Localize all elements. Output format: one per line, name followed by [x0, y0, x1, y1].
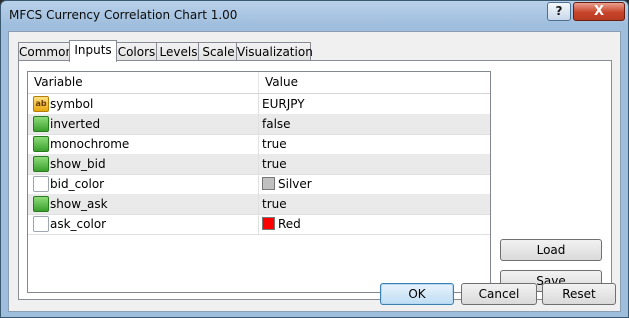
reset-button[interactable]: Reset	[542, 283, 616, 305]
cell-separator	[258, 134, 259, 154]
variable-name: inverted	[50, 117, 101, 131]
cell-separator	[258, 174, 259, 194]
value-cell[interactable]: Red	[278, 214, 301, 234]
tab-visualization[interactable]: Visualization	[236, 42, 313, 61]
value-cell[interactable]: Silver	[278, 174, 312, 194]
value-cell[interactable]: true	[262, 154, 287, 174]
variable-name: show_bid	[50, 157, 106, 171]
table-row[interactable]: bid_color Silver	[28, 174, 490, 195]
value-cell[interactable]: true	[262, 134, 287, 154]
tab-colors[interactable]: Colors	[114, 42, 159, 61]
dialog-client-area: Common Inputs Colors Levels Scale Visual…	[8, 31, 621, 312]
cell-separator	[258, 94, 259, 114]
column-header-variable[interactable]: Variable	[28, 72, 83, 93]
inputs-grid: Variable Value ab symbol EURJPY inverted…	[27, 71, 491, 293]
variable-name: ask_color	[50, 217, 107, 231]
load-button[interactable]: Load	[500, 239, 602, 261]
table-row[interactable]: ab symbol EURJPY	[28, 94, 490, 115]
color-icon	[33, 216, 49, 232]
tab-common[interactable]: Common	[18, 42, 73, 61]
cell-separator	[258, 194, 259, 214]
cell-separator	[258, 114, 259, 134]
variable-name: monochrome	[50, 137, 130, 151]
ok-button[interactable]: OK	[380, 283, 454, 305]
variable-name: symbol	[50, 97, 94, 111]
bool-icon	[33, 156, 49, 172]
tab-levels[interactable]: Levels	[156, 42, 201, 61]
title-bar[interactable]: MFCS Currency Correlation Chart 1.00 ? X	[1, 1, 628, 27]
close-button[interactable]: X	[573, 2, 625, 21]
bool-icon	[33, 196, 49, 212]
color-swatch	[262, 217, 275, 230]
variable-name: show_ask	[50, 197, 108, 211]
string-icon: ab	[33, 96, 49, 112]
cancel-button[interactable]: Cancel	[461, 283, 537, 305]
table-row[interactable]: ask_color Red	[28, 214, 490, 235]
window-title: MFCS Currency Correlation Chart 1.00	[9, 8, 238, 22]
cell-separator	[258, 214, 259, 234]
tab-inputs[interactable]: Inputs	[69, 40, 117, 62]
table-row[interactable]: show_ask true	[28, 194, 490, 215]
color-swatch	[262, 177, 275, 190]
inputs-panel: Variable Value ab symbol EURJPY inverted…	[18, 60, 612, 300]
table-row[interactable]: show_bid true	[28, 154, 490, 175]
help-button[interactable]: ?	[547, 2, 571, 21]
value-cell[interactable]: false	[262, 114, 291, 134]
table-row[interactable]: monochrome true	[28, 134, 490, 155]
value-cell[interactable]: true	[262, 194, 287, 214]
color-icon	[33, 176, 49, 192]
variable-name: bid_color	[50, 177, 105, 191]
cell-separator	[258, 154, 259, 174]
grid-header: Variable Value	[28, 72, 490, 94]
table-row[interactable]: inverted false	[28, 114, 490, 135]
tab-scale[interactable]: Scale	[198, 42, 239, 61]
column-header-value[interactable]: Value	[259, 72, 298, 93]
bool-icon	[33, 116, 49, 132]
value-cell[interactable]: EURJPY	[262, 94, 305, 114]
dialog-window: MFCS Currency Correlation Chart 1.00 ? X…	[0, 0, 629, 318]
bool-icon	[33, 136, 49, 152]
